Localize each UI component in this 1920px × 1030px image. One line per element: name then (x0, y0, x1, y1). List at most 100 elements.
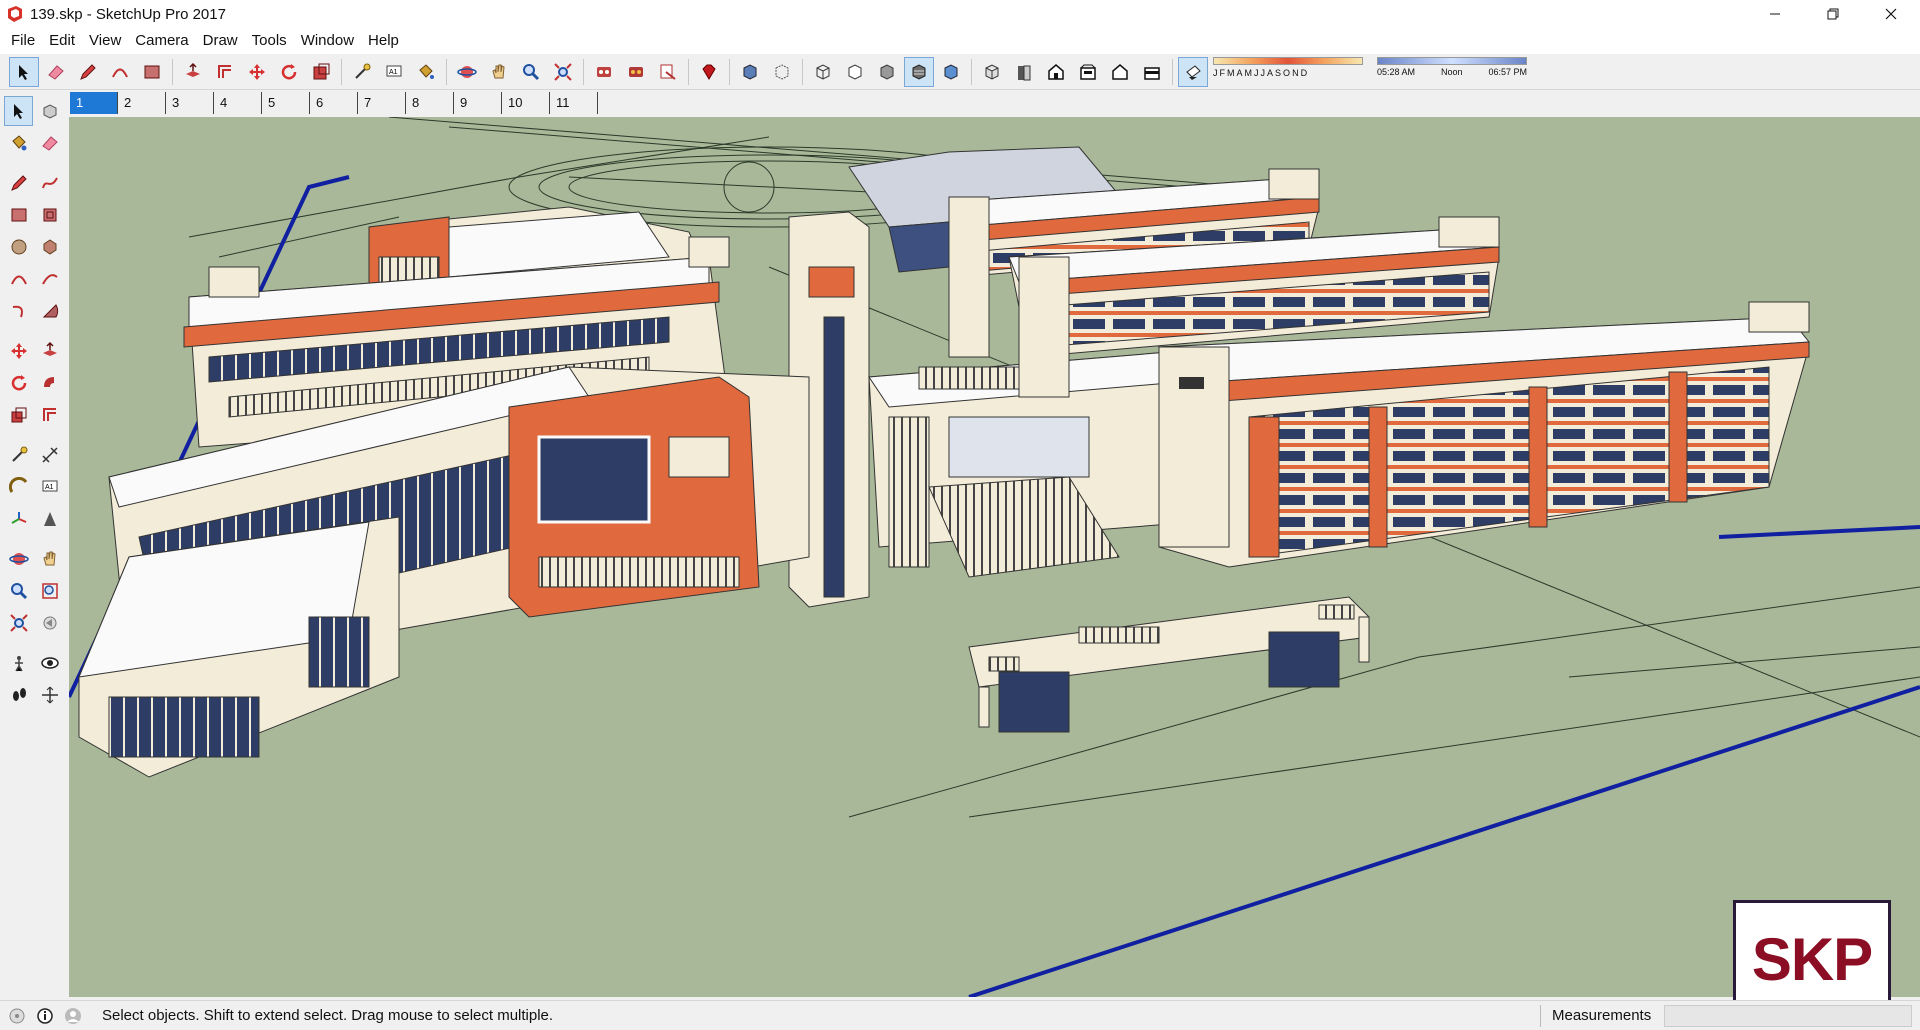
measurements-input[interactable] (1664, 1005, 1912, 1027)
iso-view-button[interactable] (977, 57, 1007, 87)
follow-me-tool[interactable] (35, 368, 64, 398)
arc-tool-button[interactable] (105, 57, 135, 87)
minimize-button[interactable] (1746, 0, 1804, 28)
xray-button[interactable] (735, 57, 765, 87)
dimension-tool[interactable] (35, 440, 64, 470)
hidden-line-button[interactable] (840, 57, 870, 87)
back-edges-button[interactable] (767, 57, 797, 87)
protractor-tool[interactable] (4, 472, 33, 502)
pencil-tool-button[interactable] (73, 57, 103, 87)
circle-tool[interactable] (4, 232, 33, 262)
move-tool-button[interactable] (242, 57, 272, 87)
scale-tool[interactable] (4, 400, 33, 430)
orbit-tool[interactable] (4, 544, 33, 574)
paint-bucket-tool[interactable] (4, 128, 33, 158)
top-view-button[interactable] (1009, 57, 1039, 87)
arc-tool[interactable] (4, 264, 33, 294)
axes-tool[interactable] (4, 504, 33, 534)
line-tool[interactable] (4, 168, 33, 198)
model-viewport[interactable] (69, 117, 1920, 997)
shadow-time-bar[interactable] (1377, 56, 1527, 65)
back-view-button[interactable] (1105, 57, 1135, 87)
component-tool[interactable] (35, 96, 64, 126)
tape-measure-tool-button[interactable] (347, 57, 377, 87)
pan-tool[interactable] (35, 544, 64, 574)
scene-tab-1[interactable]: 1 (70, 92, 118, 114)
scene-tab-9[interactable]: 9 (454, 92, 502, 114)
shaded-textures-button[interactable] (904, 56, 934, 87)
zoom-tool[interactable] (4, 576, 33, 606)
eraser-tool-button[interactable] (41, 57, 71, 87)
rotated-rectangle-tool[interactable] (35, 200, 64, 230)
menu-camera[interactable]: Camera (128, 28, 195, 54)
move-tool[interactable] (4, 336, 33, 366)
left-view-button[interactable] (1137, 57, 1167, 87)
rectangle-tool[interactable] (4, 200, 33, 230)
user-button[interactable] (62, 1005, 84, 1027)
scale-tool-button[interactable] (306, 57, 336, 87)
freehand-tool[interactable] (35, 168, 64, 198)
front-view-button[interactable] (1041, 57, 1071, 87)
menu-help[interactable]: Help (361, 28, 406, 54)
geolocation-button[interactable] (6, 1005, 28, 1027)
monochrome-button[interactable] (936, 57, 966, 87)
menu-edit[interactable]: Edit (42, 28, 82, 54)
pie-tool[interactable] (35, 296, 64, 326)
right-view-button[interactable] (1073, 57, 1103, 87)
3d-warehouse-button[interactable] (589, 57, 619, 87)
position-camera-tool[interactable] (4, 648, 33, 678)
polygon-tool[interactable] (35, 232, 64, 262)
select-tool-button[interactable] (9, 56, 39, 87)
rotate-tool-button[interactable] (274, 57, 304, 87)
text-tool[interactable]: A1 (35, 472, 64, 502)
walk-tool[interactable] (4, 680, 33, 710)
restore-button[interactable] (1804, 0, 1862, 28)
scene-tab-4[interactable]: 4 (214, 92, 262, 114)
shadow-date-slider[interactable]: J F M A M J J A S O N D (1213, 56, 1363, 87)
offset-tool-button[interactable] (210, 57, 240, 87)
scene-tab-7[interactable]: 7 (358, 92, 406, 114)
push-pull-tool[interactable] (35, 336, 64, 366)
offset-tool[interactable] (35, 400, 64, 430)
zoom-extents-tool-button[interactable] (548, 57, 578, 87)
three-point-arc-tool[interactable] (4, 296, 33, 326)
menu-view[interactable]: View (82, 28, 128, 54)
scene-tab-3[interactable]: 3 (166, 92, 214, 114)
credits-button[interactable] (34, 1005, 56, 1027)
previous-view-tool[interactable] (35, 608, 64, 638)
shaded-button[interactable] (872, 57, 902, 87)
eraser-tool[interactable] (35, 128, 64, 158)
zoom-extents-tool[interactable] (4, 608, 33, 638)
extension-warehouse-button[interactable] (621, 57, 651, 87)
scene-tab-10[interactable]: 10 (502, 92, 550, 114)
select-tool[interactable] (4, 96, 33, 126)
menu-file[interactable]: File (4, 28, 42, 54)
ruby-console-button[interactable] (694, 57, 724, 87)
orbit-tool-button[interactable] (452, 57, 482, 87)
look-around-tool[interactable] (35, 648, 64, 678)
shadow-time-slider[interactable]: 05:28 AM Noon 06:57 PM (1377, 56, 1527, 87)
scene-tab-6[interactable]: 6 (310, 92, 358, 114)
scene-tab-8[interactable]: 8 (406, 92, 454, 114)
menu-tools[interactable]: Tools (245, 28, 294, 54)
scene-tab-2[interactable]: 2 (118, 92, 166, 114)
section-plane-tool[interactable] (35, 680, 64, 710)
shadows-toggle-button[interactable] (1178, 56, 1208, 87)
tape-measure-tool[interactable] (4, 440, 33, 470)
push-pull-tool-button[interactable] (178, 57, 208, 87)
3d-text-tool[interactable] (35, 504, 64, 534)
layout-button[interactable] (653, 57, 683, 87)
text-tool-button[interactable]: A1 (379, 57, 409, 87)
rotate-tool[interactable] (4, 368, 33, 398)
close-button[interactable] (1862, 0, 1920, 28)
shadow-month-bar[interactable] (1213, 56, 1363, 65)
wireframe-button[interactable] (808, 57, 838, 87)
rectangle-tool-button[interactable] (137, 57, 167, 87)
scene-tab-11[interactable]: 11 (550, 92, 598, 114)
scene-tab-5[interactable]: 5 (262, 92, 310, 114)
two-point-arc-tool[interactable] (35, 264, 64, 294)
zoom-window-tool[interactable] (35, 576, 64, 606)
paint-bucket-tool-button[interactable] (411, 57, 441, 87)
menu-draw[interactable]: Draw (196, 28, 245, 54)
zoom-tool-button[interactable] (516, 57, 546, 87)
